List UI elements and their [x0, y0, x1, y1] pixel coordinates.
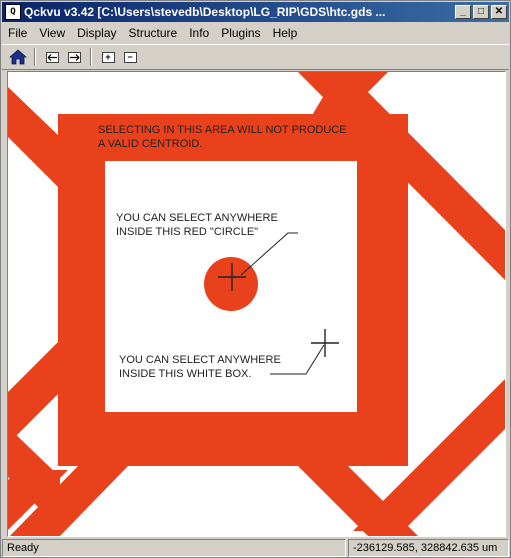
title-bar[interactable]: Q Qckvu v3.42 [C:\Users\stevedb\Desktop\…	[2, 2, 509, 22]
crosshair-box	[311, 329, 339, 357]
diagonal-traces	[8, 72, 505, 536]
menu-bar: File View Display Structure Info Plugins…	[2, 23, 509, 43]
toolbar-separator	[34, 48, 36, 66]
app-icon[interactable]: Q	[5, 4, 21, 20]
forward-icon	[67, 51, 81, 63]
app-window: Q Qckvu v3.42 [C:\Users\stevedb\Desktop\…	[0, 0, 511, 558]
menu-display[interactable]: Display	[71, 23, 122, 43]
status-message: Ready	[2, 539, 346, 557]
maximize-button[interactable]: □	[473, 5, 489, 19]
home-button[interactable]	[8, 47, 28, 67]
menu-plugins[interactable]: Plugins	[215, 23, 266, 43]
circle-text-line1: YOU CAN SELECT ANYWHERE	[116, 212, 278, 224]
status-bar: Ready -236129.585, 328842.635 um	[2, 539, 509, 557]
zoom-out-button[interactable]: −	[120, 47, 140, 67]
window-title: Qckvu v3.42 [C:\Users\stevedb\Desktop\LG…	[24, 5, 386, 19]
back-icon	[45, 51, 59, 63]
trace-lower-left	[8, 340, 60, 444]
zoom-in-icon: +	[101, 51, 115, 63]
home-icon	[9, 49, 27, 65]
toolbar: + −	[2, 44, 509, 70]
layout-drawing[interactable]: SELECTING IN THIS AREA WILL NOT PRODUCE …	[8, 72, 506, 537]
close-button[interactable]: ✕	[491, 5, 507, 19]
warning-text-line1: SELECTING IN THIS AREA WILL NOT PRODUCE	[98, 124, 347, 136]
minimize-button[interactable]: _	[455, 5, 471, 19]
forward-button[interactable]	[64, 47, 84, 67]
box-text-line2: INSIDE THIS WHITE BOX.	[119, 368, 251, 380]
menu-view[interactable]: View	[33, 23, 71, 43]
cursor-coordinates: -236129.585, 328842.635 um	[348, 539, 509, 557]
zoom-out-icon: −	[123, 51, 137, 63]
warning-text-line2: A VALID CENTROID.	[98, 138, 202, 150]
centroid-circle[interactable]	[204, 257, 258, 311]
toolbar-separator	[90, 48, 92, 66]
menu-help[interactable]: Help	[267, 23, 304, 43]
menu-structure[interactable]: Structure	[123, 23, 184, 43]
trace-upper-left	[8, 87, 60, 189]
box-text-line1: YOU CAN SELECT ANYWHERE	[119, 354, 281, 366]
menu-info[interactable]: Info	[183, 23, 215, 43]
circle-text-line2: INSIDE THIS RED "CIRCLE"	[116, 226, 258, 238]
back-button[interactable]	[42, 47, 62, 67]
menu-file[interactable]: File	[2, 23, 33, 43]
zoom-in-button[interactable]: +	[98, 47, 118, 67]
layout-canvas[interactable]: SELECTING IN THIS AREA WILL NOT PRODUCE …	[7, 71, 506, 537]
